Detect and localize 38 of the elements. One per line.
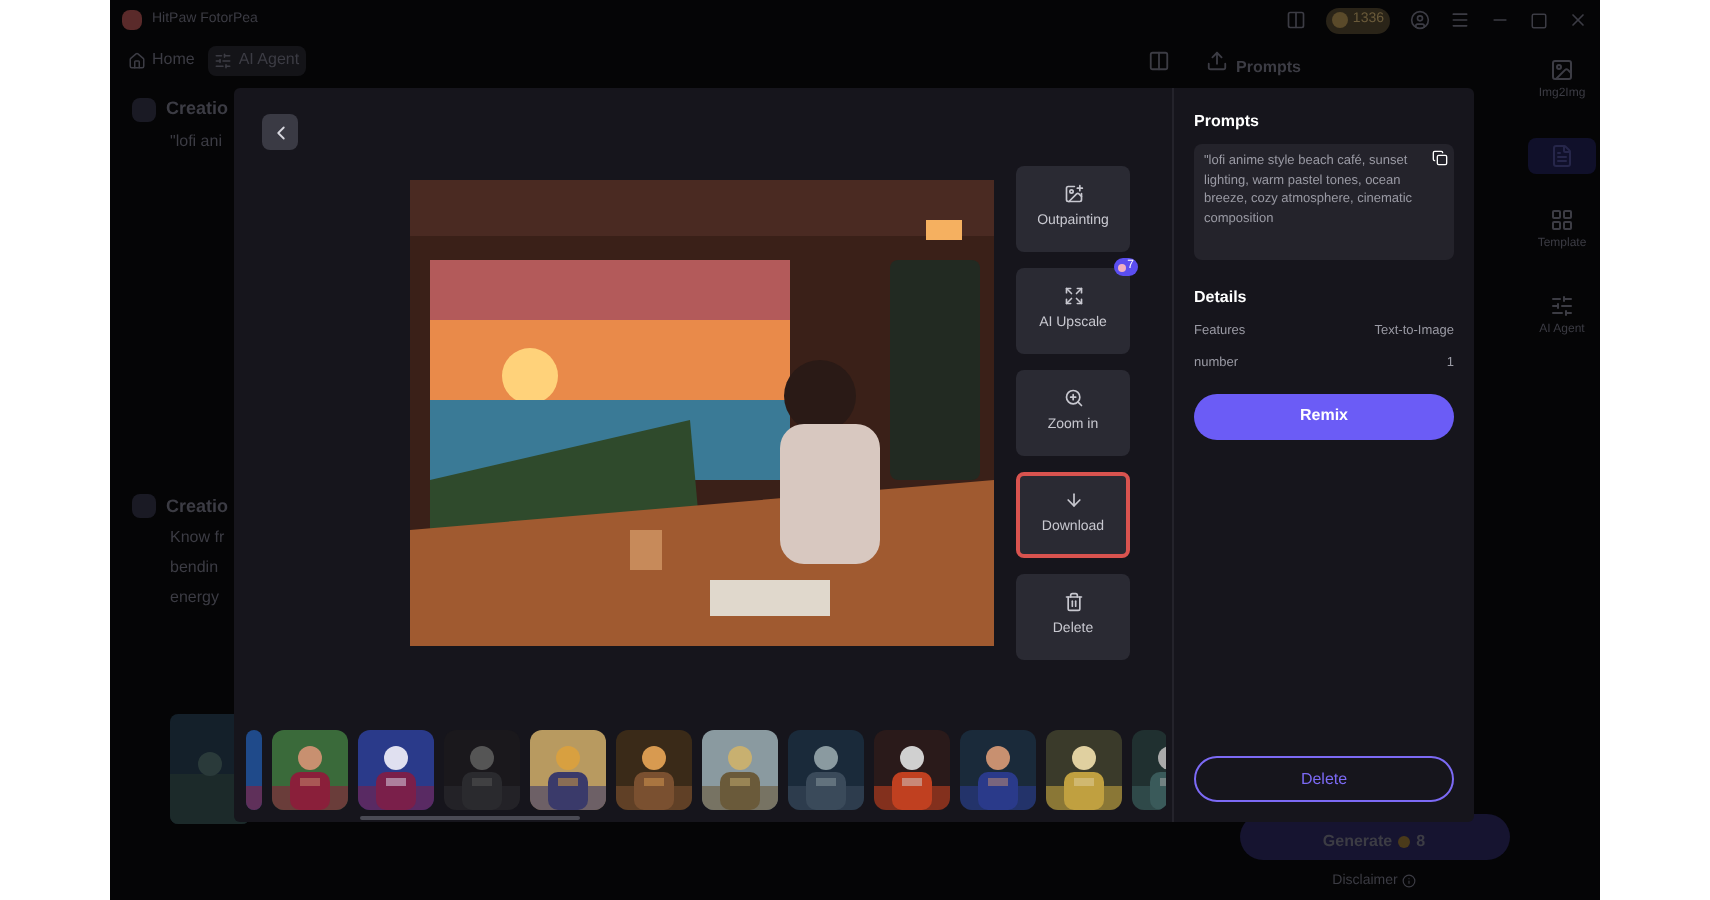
panel-icon[interactable] xyxy=(1286,10,1307,30)
document-icon xyxy=(1550,144,1574,168)
card-text: "lofi ani xyxy=(170,129,222,153)
trash-icon xyxy=(1063,592,1083,613)
back-button[interactable] xyxy=(262,114,298,150)
upload-icon[interactable] xyxy=(1206,49,1228,71)
card-text: energy xyxy=(170,586,219,610)
card-title: Creatio xyxy=(166,493,229,519)
grid-icon xyxy=(1550,208,1574,232)
section-title: Details xyxy=(1194,286,1249,310)
scrollbar[interactable] xyxy=(360,816,580,820)
nav-tab[interactable]: Home xyxy=(122,45,201,75)
sidebar-item[interactable] xyxy=(1528,138,1596,174)
upscale-icon xyxy=(1063,286,1083,307)
maximize-icon[interactable] xyxy=(1530,11,1548,29)
remix-button[interactable]: Remix xyxy=(1194,393,1454,439)
avatar xyxy=(132,97,156,122)
avatar xyxy=(132,494,156,519)
compare-icon[interactable] xyxy=(1148,49,1170,71)
card-text: bendin xyxy=(170,556,219,580)
panel-title: Prompts xyxy=(1236,56,1301,80)
account-icon[interactable] xyxy=(1410,10,1430,30)
home-icon xyxy=(128,51,146,69)
image-icon xyxy=(1550,58,1574,82)
zoom-in-icon xyxy=(1063,388,1083,409)
section-title: Prompts xyxy=(1194,110,1261,134)
close-icon[interactable] xyxy=(1568,10,1588,30)
card-title: Creatio xyxy=(166,96,229,122)
sliders-icon xyxy=(214,51,233,69)
expand-image-icon xyxy=(1063,184,1083,205)
card-text: Know fr xyxy=(170,526,225,550)
info-icon[interactable] xyxy=(1401,874,1416,889)
download-icon xyxy=(1063,490,1083,511)
app-logo-icon xyxy=(122,10,142,30)
sliders-icon xyxy=(1550,294,1574,318)
copy-icon[interactable] xyxy=(1432,150,1448,166)
menu-icon[interactable] xyxy=(1450,10,1470,30)
delete-button[interactable]: Delete xyxy=(1194,756,1454,802)
